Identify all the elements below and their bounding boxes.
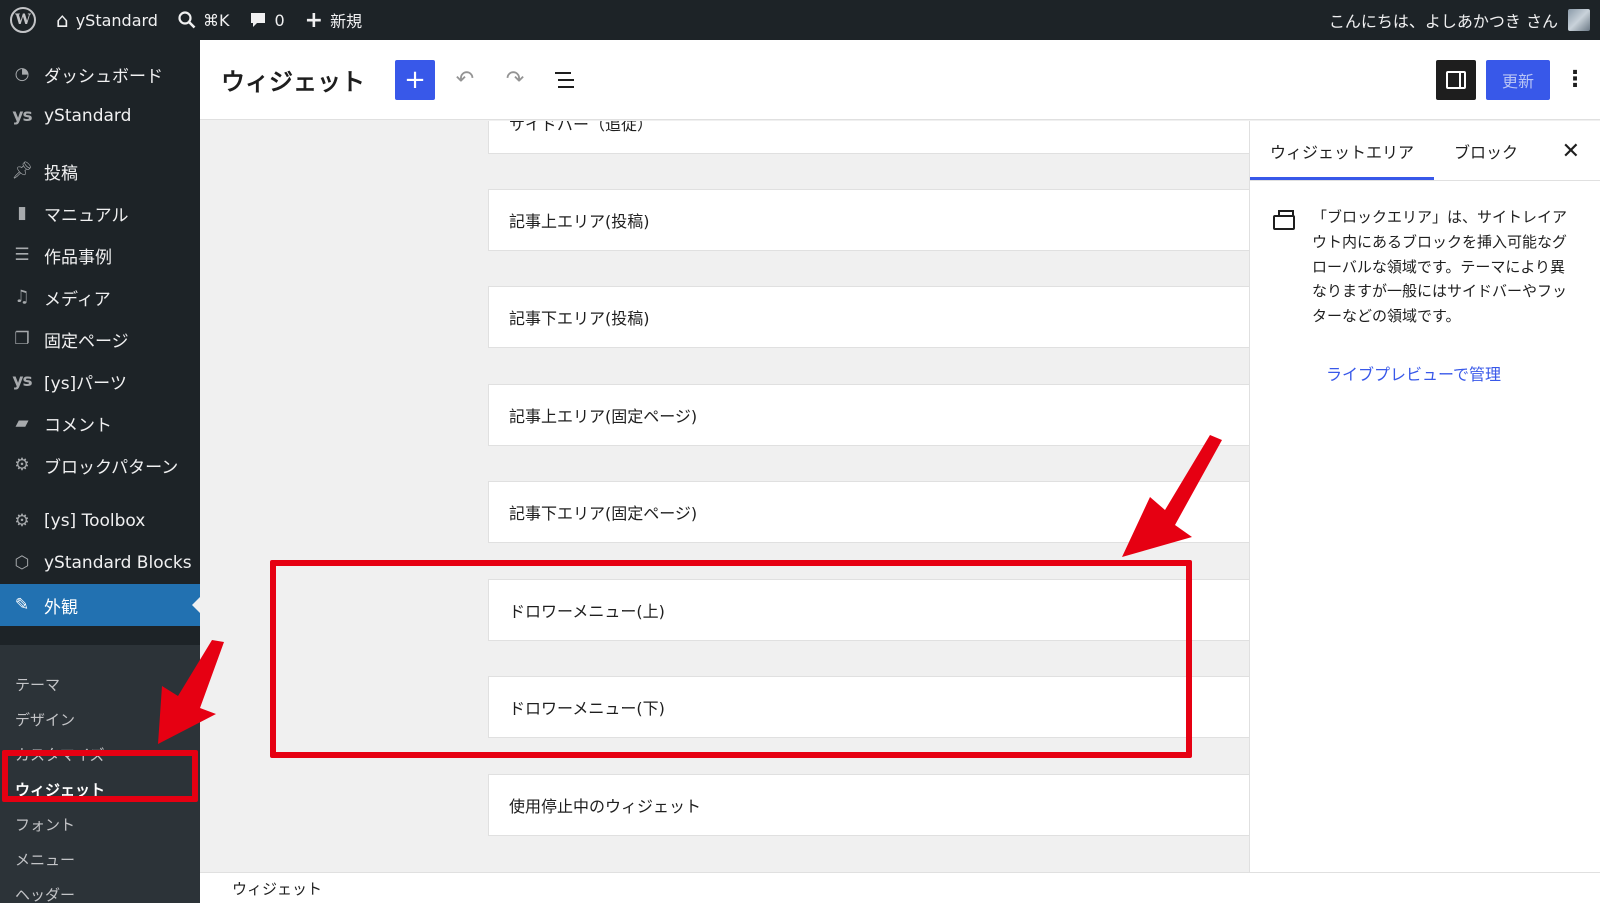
widget-area-before-post[interactable]: 記事上エリア(投稿) xyxy=(488,189,1249,251)
manage-with-live-preview-link[interactable]: ライブプレビューで管理 xyxy=(1326,361,1600,385)
menu-item-label: yStandard xyxy=(44,106,132,126)
new-content-menu[interactable]: + 新規 xyxy=(295,0,372,40)
block-inserter-button[interactable]: + xyxy=(395,59,435,100)
menu-item-ystandard[interactable]: ys yStandard xyxy=(0,95,200,137)
wp-logo-menu[interactable]: W xyxy=(0,0,46,40)
menu-item-label: ダッシュボード xyxy=(44,66,163,87)
sidebar-panel-icon xyxy=(1445,70,1466,89)
submenu-item-menus[interactable]: メニュー xyxy=(0,842,200,876)
gear-icon: ⚙ xyxy=(14,511,30,531)
plus-icon: + xyxy=(404,64,426,95)
highlight-box-widgets-menu xyxy=(2,750,198,802)
list-view-icon xyxy=(555,71,574,88)
settings-toggle-button[interactable] xyxy=(1435,59,1476,100)
annotation-arrow-icon xyxy=(1122,435,1222,557)
undo-button[interactable]: ↶ xyxy=(445,60,485,100)
update-button[interactable]: 更新 xyxy=(1485,59,1550,100)
tab-block[interactable]: ブロック xyxy=(1434,121,1538,180)
dashboard-icon: ◔ xyxy=(14,64,30,84)
list-icon: ☰ xyxy=(14,245,30,265)
widget-area-inactive[interactable]: 使用停止中のウィジェット xyxy=(488,774,1249,836)
menu-item-label: コメント xyxy=(44,415,112,436)
menu-item-label: マニュアル xyxy=(44,205,129,226)
settings-sidebar: ウィジェットエリア ブロック ✕ 「ブロックエリア」は、サイトレイアウト内にある… xyxy=(1249,121,1600,872)
search-shortcut: ⌘K xyxy=(202,10,230,30)
widget-area-description: 「ブロックエリア」は、サイトレイアウト内にあるブロックを挿入可能なグローバルな領… xyxy=(1312,208,1568,325)
menu-item-label: 作品事例 xyxy=(44,247,112,268)
media-icon: ♫ xyxy=(14,287,30,307)
book-icon: ▮ xyxy=(17,203,27,223)
annotation-arrow-icon xyxy=(158,640,224,744)
site-name-menu[interactable]: ⌂ yStandard xyxy=(46,0,168,40)
menu-item-dashboard[interactable]: ◔ ダッシュボード xyxy=(0,53,200,95)
block-area-icon xyxy=(1272,209,1296,233)
redo-icon: ↷ xyxy=(505,67,525,92)
redo-button[interactable]: ↷ xyxy=(495,60,535,100)
options-button[interactable]: ⋮ xyxy=(1560,60,1590,100)
footer-breadcrumb: ウィジェット xyxy=(200,872,1600,903)
search-icon xyxy=(178,11,196,29)
menu-item-ystandard-blocks[interactable]: ⬡ yStandard Blocks xyxy=(0,542,200,584)
submenu-item-fonts[interactable]: フォント xyxy=(0,807,200,841)
new-label: 新規 xyxy=(330,12,363,31)
submenu-item-header[interactable]: ヘッダー xyxy=(0,877,200,903)
widget-area-label: 使用停止中のウィジェット xyxy=(509,797,702,816)
highlight-box-drawer-areas xyxy=(270,560,1192,758)
menu-item-label: yStandard Blocks xyxy=(44,553,192,573)
pin-icon: 📌︎ xyxy=(11,161,33,181)
widget-area-label: サイドバー（追従） xyxy=(509,121,654,134)
comment-icon xyxy=(251,13,266,27)
command-palette-button[interactable]: ⌘K xyxy=(168,0,240,40)
comments-menu[interactable]: 0 xyxy=(239,0,294,40)
avatar[interactable] xyxy=(1568,9,1590,31)
menu-item-pages[interactable]: ❐ 固定ページ xyxy=(0,318,200,360)
user-greeting[interactable]: こんにちは、よしあかつき さん xyxy=(1329,8,1558,32)
tab-widget-areas[interactable]: ウィジェットエリア xyxy=(1250,121,1434,180)
gear-icon: ⚙ xyxy=(14,455,30,475)
comment-icon: ▰ xyxy=(15,413,29,433)
menu-item-label: [ys] Toolbox xyxy=(44,511,146,531)
widget-area-label: 記事下エリア(投稿) xyxy=(509,309,650,328)
menu-item-label: [ys]パーツ xyxy=(44,373,127,394)
menu-item-label: 固定ページ xyxy=(44,331,129,352)
plus-icon: + xyxy=(304,7,324,33)
admin-bar: W ⌂ yStandard ⌘K 0 + 新規 こんにちは、よしあかつき さん xyxy=(0,0,1600,40)
menu-item-label: 外観 xyxy=(44,597,78,618)
menu-item-ys-parts[interactable]: ys [ys]パーツ xyxy=(0,360,200,402)
pages-icon: ❐ xyxy=(14,329,30,349)
menu-item-manual[interactable]: ▮ マニュアル xyxy=(0,192,200,234)
undo-icon: ↶ xyxy=(455,67,475,92)
menu-item-label: ブロックパターン xyxy=(44,457,179,478)
menu-item-ys-toolbox[interactable]: ⚙ [ys] Toolbox xyxy=(0,500,200,542)
menu-item-posts[interactable]: 📌︎ 投稿 xyxy=(0,150,200,192)
ys-icon: ys xyxy=(12,371,32,391)
widget-area-label: 記事上エリア(投稿) xyxy=(509,212,650,231)
cube-icon: ⬡ xyxy=(14,553,30,573)
menu-item-label: 投稿 xyxy=(44,163,78,184)
widget-area-sidebar-fixed[interactable]: サイドバー（追従） xyxy=(488,121,1249,154)
editor-header: ウィジェット + ↶ ↷ 更新 ⋮ xyxy=(200,40,1600,120)
menu-item-block-patterns[interactable]: ⚙ ブロックパターン xyxy=(0,444,200,486)
wordpress-logo-icon: W xyxy=(10,7,36,33)
close-icon[interactable]: ✕ xyxy=(1562,139,1580,164)
menu-item-media[interactable]: ♫ メディア xyxy=(0,276,200,318)
widget-area-label: 記事上エリア(固定ページ) xyxy=(509,407,698,426)
widget-areas-canvas: サイドバー（追従） 記事上エリア(投稿) 記事下エリア(投稿) 記事上エリア(固… xyxy=(200,121,1249,872)
comments-count: 0 xyxy=(274,10,285,30)
menu-item-works[interactable]: ☰ 作品事例 xyxy=(0,234,200,276)
ys-icon: ys xyxy=(12,106,32,126)
brush-icon: ✎ xyxy=(14,595,30,615)
more-vertical-icon: ⋮ xyxy=(1564,67,1586,92)
list-view-button[interactable] xyxy=(545,60,585,100)
page-title: ウィジェット xyxy=(221,68,365,96)
breadcrumb[interactable]: ウィジェット xyxy=(232,878,322,899)
home-icon: ⌂ xyxy=(56,8,69,32)
menu-item-comments[interactable]: ▰ コメント xyxy=(0,402,200,444)
menu-item-label: メディア xyxy=(44,289,111,310)
menu-item-appearance[interactable]: ✎ 外観 xyxy=(0,584,200,626)
widget-area-after-post[interactable]: 記事下エリア(投稿) xyxy=(488,286,1249,348)
site-name: yStandard xyxy=(75,10,158,30)
sidebar-tabs: ウィジェットエリア ブロック ✕ xyxy=(1250,121,1600,181)
